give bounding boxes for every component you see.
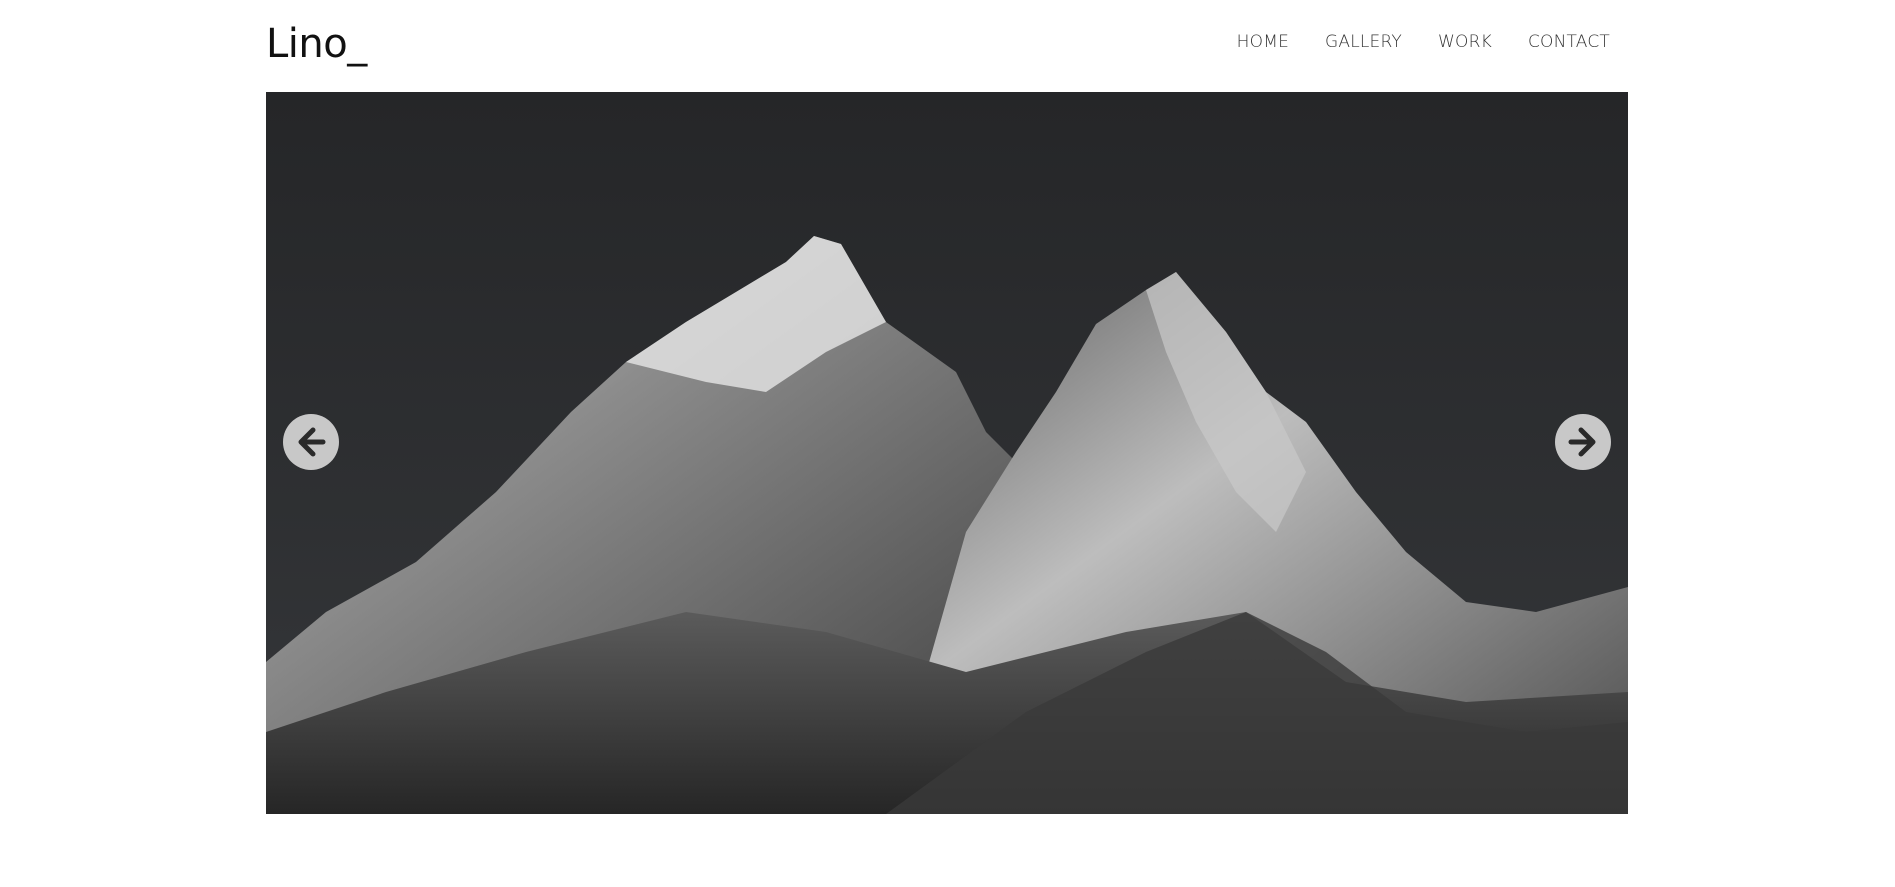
nav-home-link[interactable]: HOME [1237, 30, 1289, 54]
nav-contact-link[interactable]: CONTACT [1528, 30, 1610, 54]
main-nav: HOME GALLERY WORK CONTACT [1237, 30, 1610, 54]
slider-next-button[interactable] [1555, 414, 1611, 470]
nav-work-link[interactable]: WORK [1438, 30, 1492, 54]
arrow-left-circle-icon [298, 427, 326, 457]
site-header: Lino_ HOME GALLERY WORK CONTACT [266, 0, 1628, 92]
arrow-right-circle-icon [1568, 427, 1596, 457]
nav-gallery-link[interactable]: GALLERY [1325, 30, 1402, 54]
slide-image [266, 92, 1628, 814]
slider-prev-button[interactable] [283, 414, 339, 470]
site-logo[interactable]: Lino_ [266, 18, 367, 70]
image-slider [266, 92, 1628, 814]
